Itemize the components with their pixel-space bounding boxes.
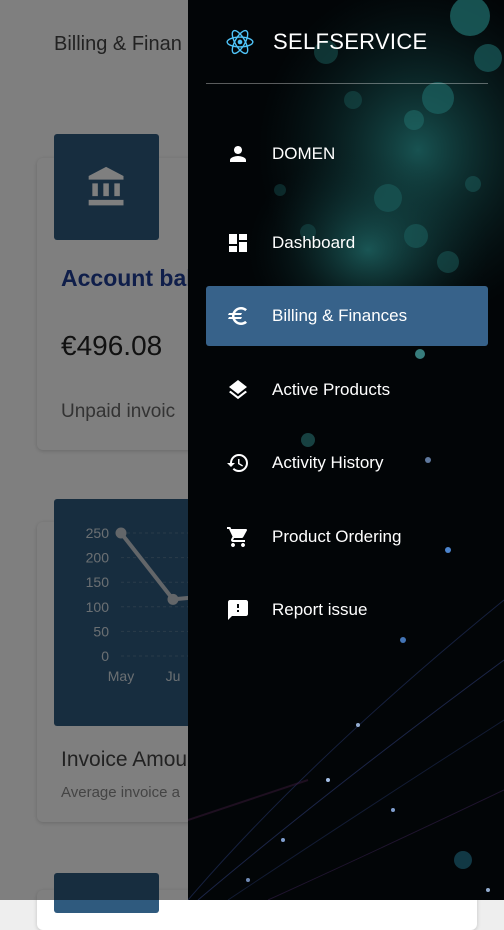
brand-title: SELFSERVICE	[273, 29, 428, 54]
drawer-divider	[206, 83, 488, 84]
nav-label: DOMEN	[272, 144, 336, 163]
nav-label: Active Products	[272, 380, 391, 399]
nav-label: Product Ordering	[272, 527, 402, 546]
person-icon	[230, 146, 246, 162]
nav-item-product-ordering[interactable]: Product Ordering	[206, 507, 488, 567]
dashboard-icon	[229, 234, 247, 252]
nav-item-dashboard[interactable]: Dashboard	[206, 213, 488, 273]
nav-item-activity-history[interactable]: Activity History	[206, 433, 488, 493]
drawer-brand[interactable]: SELFSERVICE	[188, 0, 504, 84]
euro-icon	[228, 307, 247, 325]
navigation-drawer: SELFSERVICE DOMEN Dashboard Billing & Fi…	[188, 0, 504, 900]
nav-label: Activity History	[272, 453, 384, 472]
history-icon	[227, 454, 248, 472]
feedback-icon	[228, 600, 248, 620]
nav-item-billing-finances[interactable]: Billing & Finances	[206, 286, 488, 346]
nav-label: Dashboard	[272, 233, 356, 252]
nav-item-active-products[interactable]: Active Products	[206, 360, 488, 420]
nav-label: Report issue	[272, 600, 368, 619]
nav-label: Billing & Finances	[272, 306, 408, 325]
nav-item-report-issue[interactable]: Report issue	[206, 580, 488, 640]
react-atom-icon	[226, 29, 254, 55]
layers-icon	[229, 380, 247, 400]
cart-icon	[227, 527, 248, 547]
nav-item-domen[interactable]: DOMEN	[206, 124, 488, 184]
